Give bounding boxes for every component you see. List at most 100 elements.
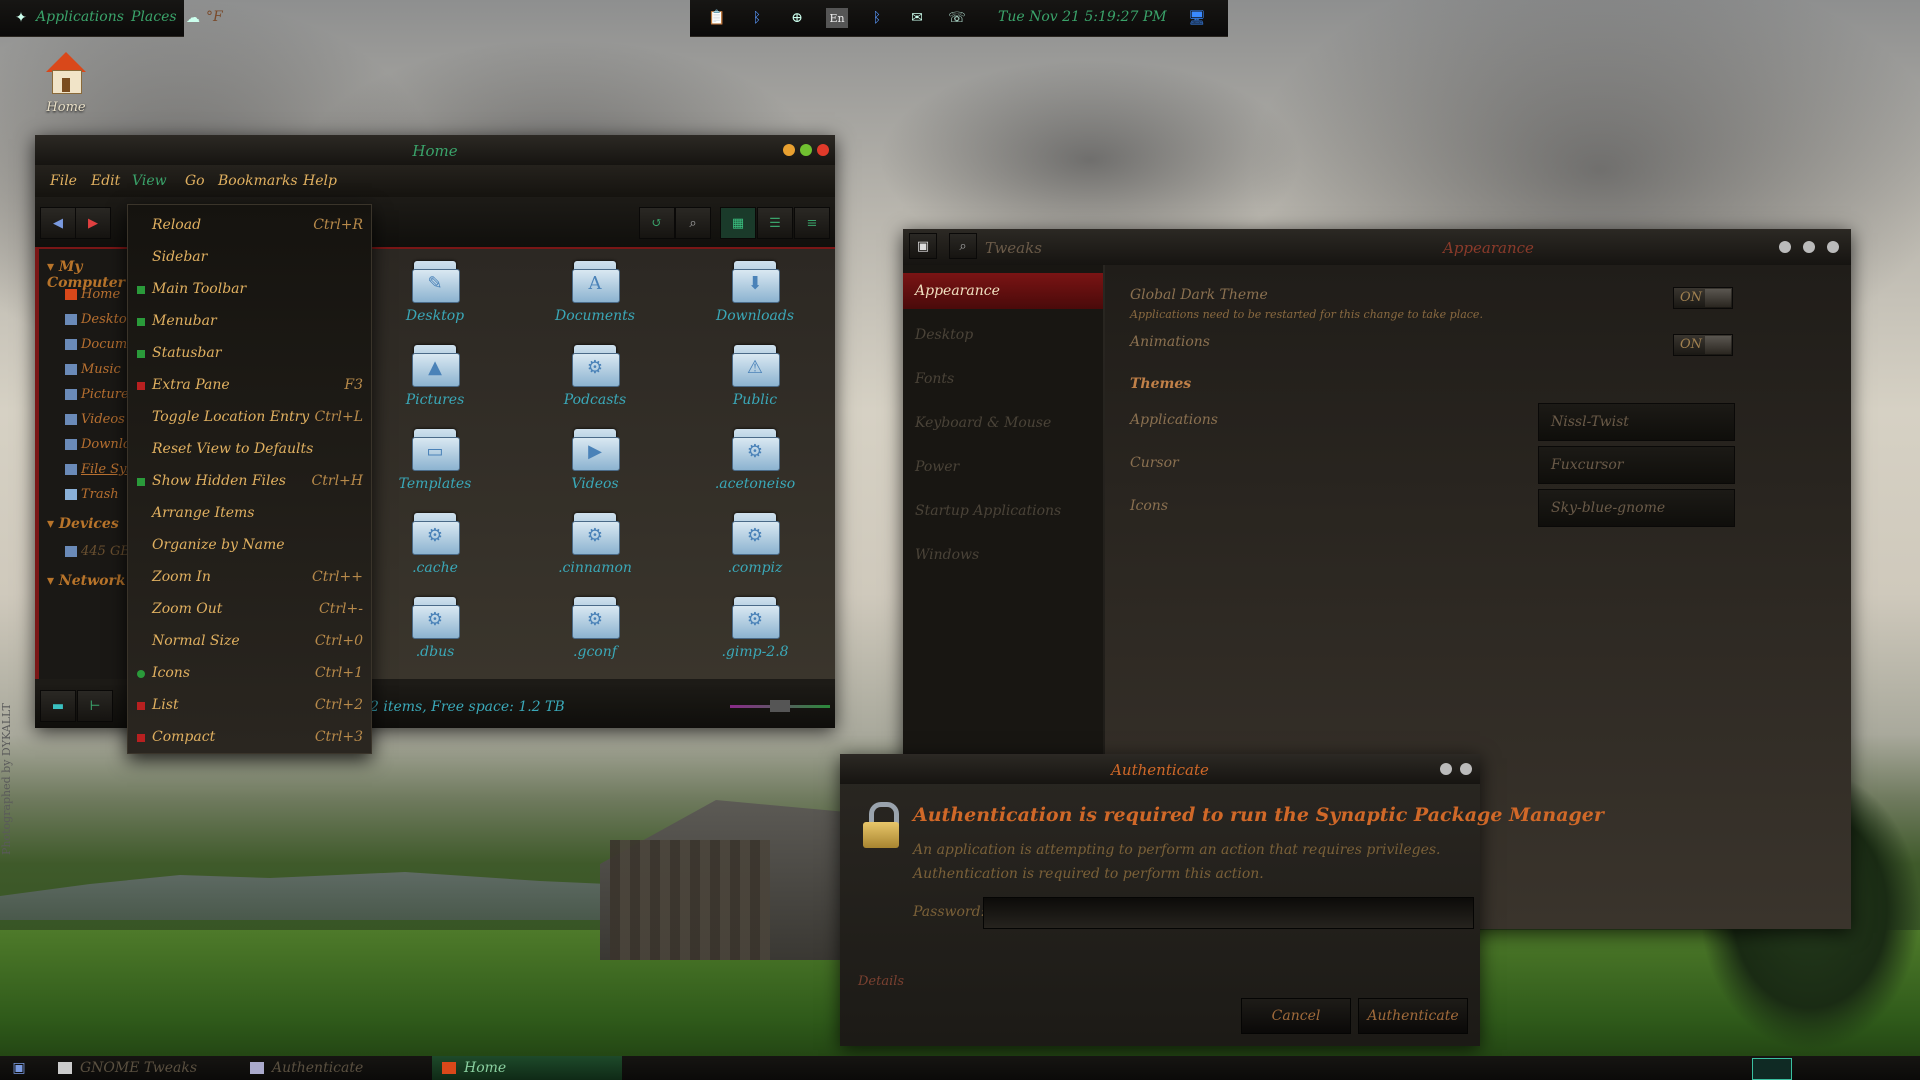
- file-item[interactable]: ⚙ .dbus: [370, 595, 500, 660]
- view-menu-item[interactable]: Icons Ctrl+1: [128, 657, 371, 689]
- clipboard-icon[interactable]: 📋: [706, 8, 728, 28]
- bluetooth-icon[interactable]: ᛒ: [866, 8, 888, 28]
- search-icon[interactable]: ⌕: [949, 233, 977, 259]
- menu-bookmarks[interactable]: Bookmarks: [218, 173, 298, 189]
- bluetooth-icon[interactable]: ᛒ: [746, 8, 768, 28]
- tweaks-nav-item[interactable]: Startup Applications: [903, 493, 1103, 529]
- app-menu-icon[interactable]: ▣: [909, 233, 937, 259]
- view-menu-item[interactable]: List Ctrl+2: [128, 689, 371, 721]
- view-menu-item[interactable]: Normal Size Ctrl+0: [128, 625, 371, 657]
- workspace-switcher[interactable]: [1752, 1058, 1792, 1080]
- close-button[interactable]: [817, 144, 829, 156]
- tweaks-nav-item[interactable]: Power: [903, 449, 1103, 485]
- view-menu-item[interactable]: Compact Ctrl+3: [128, 721, 371, 753]
- theme-applications-select[interactable]: Nissl-Twist: [1538, 403, 1735, 441]
- desktop-home-icon[interactable]: Home: [40, 52, 92, 115]
- clock[interactable]: Tue Nov 21 5:19:27 PM: [998, 9, 1167, 25]
- auth-titlebar[interactable]: Authenticate: [840, 754, 1480, 784]
- view-menu-item[interactable]: Sidebar: [128, 241, 371, 273]
- show-treeview-button[interactable]: ⊢: [77, 690, 113, 722]
- minimize-button[interactable]: [783, 144, 795, 156]
- tweaks-nav-item[interactable]: Desktop: [903, 317, 1103, 353]
- view-menu-item[interactable]: Statusbar: [128, 337, 371, 369]
- menu-edit[interactable]: Edit: [91, 173, 120, 189]
- view-menu-item[interactable]: Zoom In Ctrl++: [128, 561, 371, 593]
- theme-icons-select[interactable]: Sky-blue-gnome: [1538, 489, 1735, 527]
- tweaks-nav-item[interactable]: Windows: [903, 537, 1103, 573]
- show-places-button[interactable]: ▬: [40, 690, 76, 722]
- icon-view-button[interactable]: ▦: [720, 207, 756, 239]
- list-view-button[interactable]: ☰: [757, 207, 793, 239]
- details-expander[interactable]: Details: [858, 974, 904, 989]
- forward-button[interactable]: ▶: [75, 207, 111, 239]
- menu-go[interactable]: Go: [185, 173, 205, 189]
- tweaks-nav-item[interactable]: Appearance: [903, 273, 1103, 309]
- mail-icon[interactable]: ✉: [906, 8, 928, 28]
- maximize-button[interactable]: [800, 144, 812, 156]
- global-dark-theme-toggle[interactable]: ON: [1673, 287, 1733, 309]
- phone-icon[interactable]: ☏: [946, 8, 968, 28]
- file-item[interactable]: ⚙ Podcasts: [530, 343, 660, 408]
- sidebar-heading-devices[interactable]: ▾ Devices: [47, 516, 119, 532]
- file-item[interactable]: ⚙ .cache: [370, 511, 500, 576]
- file-item[interactable]: ⚙ .cinnamon: [530, 511, 660, 576]
- theme-cursor-select[interactable]: Fuxcursor: [1538, 446, 1735, 484]
- view-menu-item[interactable]: Organize by Name: [128, 529, 371, 561]
- compact-view-button[interactable]: ≡: [794, 207, 830, 239]
- keyboard-layout-indicator[interactable]: En: [826, 8, 848, 28]
- applications-menu[interactable]: Applications: [36, 9, 124, 25]
- zoom-slider-handle[interactable]: [770, 700, 790, 712]
- file-item[interactable]: ⬇ Downloads: [690, 259, 820, 324]
- maximize-button[interactable]: [1803, 241, 1815, 253]
- cancel-button[interactable]: Cancel: [1241, 998, 1351, 1034]
- back-button[interactable]: ◀: [40, 207, 76, 239]
- view-menu-item[interactable]: Main Toolbar: [128, 273, 371, 305]
- file-manager-titlebar[interactable]: Home: [35, 135, 835, 165]
- minimize-button[interactable]: [1440, 763, 1452, 775]
- weather-icon[interactable]: ☁: [182, 8, 204, 28]
- close-button[interactable]: [1460, 763, 1472, 775]
- animations-toggle[interactable]: ON: [1673, 334, 1733, 356]
- view-menu-item[interactable]: Reload Ctrl+R: [128, 209, 371, 241]
- show-desktop-icon[interactable]: ▣: [8, 1058, 30, 1078]
- sidebar-heading-network[interactable]: ▾ Network: [47, 573, 126, 589]
- file-item[interactable]: ⚠ Public: [690, 343, 820, 408]
- menu-file[interactable]: File: [50, 173, 77, 189]
- authenticate-button[interactable]: Authenticate: [1358, 998, 1468, 1034]
- taskbar-item-home[interactable]: Home: [432, 1056, 622, 1080]
- taskbar-item-authenticate[interactable]: Authenticate: [240, 1056, 430, 1080]
- password-input[interactable]: [983, 897, 1474, 929]
- zoom-slider[interactable]: [730, 700, 830, 712]
- view-menu-item[interactable]: Zoom Out Ctrl+-: [128, 593, 371, 625]
- view-menu-item[interactable]: Show Hidden Files Ctrl+H: [128, 465, 371, 497]
- tweaks-nav-item[interactable]: Keyboard & Mouse: [903, 405, 1103, 441]
- minimize-button[interactable]: [1779, 241, 1791, 253]
- view-menu-item[interactable]: Menubar: [128, 305, 371, 337]
- file-item[interactable]: ⚙ .gimp-2.8: [690, 595, 820, 660]
- file-item[interactable]: ▲ Pictures: [370, 343, 500, 408]
- file-item[interactable]: ▭ Templates: [370, 427, 500, 492]
- menu-logo-icon[interactable]: ✦: [10, 8, 32, 28]
- menu-item-label: Toggle Location Entry: [152, 409, 310, 425]
- file-item[interactable]: A Documents: [530, 259, 660, 324]
- toggle-location-button[interactable]: ↺: [639, 207, 675, 239]
- tweaks-nav-item[interactable]: Fonts: [903, 361, 1103, 397]
- monitor-icon[interactable]: 🖥: [1186, 8, 1208, 28]
- view-menu-item[interactable]: Extra Pane F3: [128, 369, 371, 401]
- view-menu-item[interactable]: Toggle Location Entry Ctrl+L: [128, 401, 371, 433]
- menu-view[interactable]: View: [132, 173, 167, 189]
- view-menu-item[interactable]: Reset View to Defaults: [128, 433, 371, 465]
- close-button[interactable]: [1827, 241, 1839, 253]
- view-menu-item[interactable]: Arrange Items: [128, 497, 371, 529]
- file-item[interactable]: ⚙ .acetoneiso: [690, 427, 820, 492]
- file-item[interactable]: ✎ Desktop: [370, 259, 500, 324]
- file-item[interactable]: ⚙ .gconf: [530, 595, 660, 660]
- network-icon[interactable]: ⊕: [786, 8, 808, 28]
- menu-help[interactable]: Help: [303, 173, 337, 189]
- file-item[interactable]: ▶ Videos: [530, 427, 660, 492]
- taskbar-item-tweaks[interactable]: GNOME Tweaks: [48, 1056, 248, 1080]
- places-menu[interactable]: Places: [131, 9, 177, 25]
- file-item[interactable]: ⚙ .compiz: [690, 511, 820, 576]
- search-icon[interactable]: ⌕: [675, 207, 711, 239]
- tweaks-titlebar[interactable]: ▣ ⌕ Tweaks Appearance: [903, 229, 1851, 265]
